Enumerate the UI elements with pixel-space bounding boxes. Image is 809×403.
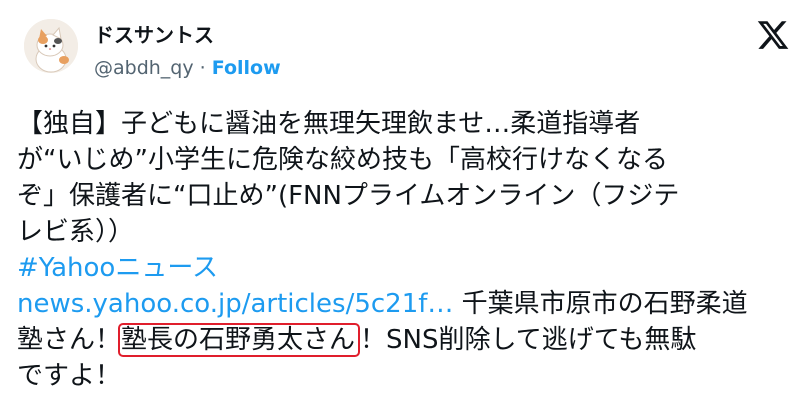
highlighted-text: 塾長の石野勇太さん bbox=[118, 323, 361, 357]
tweet-line: が“いじめ”小学生に危険な絞め技も「高校行けなくなる bbox=[17, 145, 668, 175]
tweet-line: ぞ」保護者に“口止め”(FNNプライムオンライン（フジテ bbox=[17, 181, 680, 211]
handle[interactable]: @abdh_qy bbox=[94, 57, 194, 79]
tweet-line: 【独自】子どもに醤油を無理矢理飲ませ…柔道指導者 bbox=[17, 109, 641, 139]
tweet-line: ですよ！ bbox=[17, 361, 122, 391]
tweet-text-segment: ！SNS削除して逃げても無駄 bbox=[360, 325, 697, 355]
separator: · bbox=[199, 57, 206, 79]
highlight-line: 塾さん！塾長の石野勇太さん ！SNS削除して逃げても無駄 bbox=[17, 322, 797, 358]
author-meta: @abdh_qy · Follow bbox=[94, 55, 281, 81]
cat-avatar-icon bbox=[24, 19, 78, 73]
x-logo-icon[interactable] bbox=[756, 18, 790, 52]
tweet-text-segment: 塾さん！ bbox=[17, 325, 122, 355]
link-line: news.yahoo.co.jp/articles/5c21f… 千葉県市原市の… bbox=[17, 286, 797, 322]
tweet-text: 【独自】子どもに醤油を無理矢理飲ませ…柔道指導者 が“いじめ”小学生に危険な絞め… bbox=[17, 106, 797, 394]
tweet-line: レビ系）） bbox=[17, 217, 135, 247]
tweet-text-segment: 千葉県市原市の石野柔道 bbox=[453, 289, 748, 319]
avatar[interactable] bbox=[24, 19, 78, 73]
hashtag-link[interactable]: #Yahooニュース bbox=[17, 253, 218, 283]
display-name[interactable]: ドスサントス bbox=[94, 22, 214, 48]
follow-button[interactable]: Follow bbox=[212, 57, 281, 79]
tweet-card: ドスサントス @abdh_qy · Follow 【独自】子どもに醤油を無理矢理… bbox=[0, 0, 809, 403]
hashtag-line: #Yahooニュース bbox=[17, 250, 797, 286]
article-link[interactable]: news.yahoo.co.jp/articles/5c21f… bbox=[17, 289, 453, 319]
